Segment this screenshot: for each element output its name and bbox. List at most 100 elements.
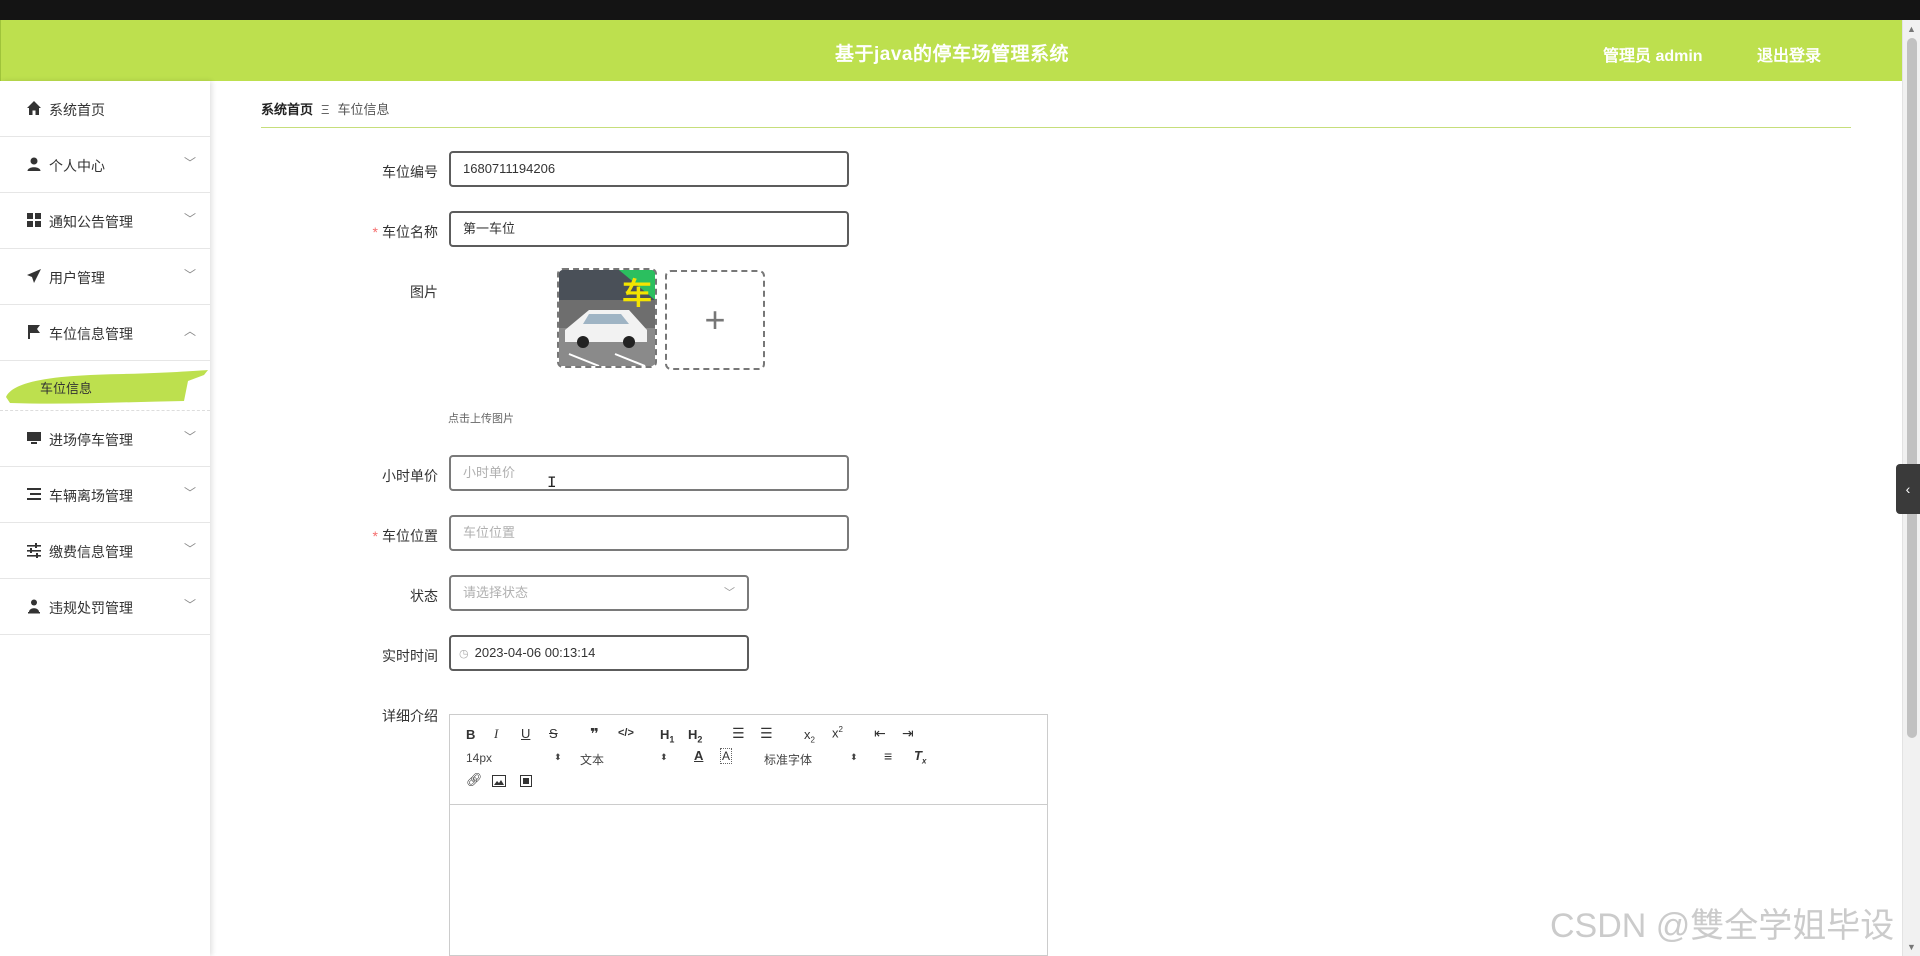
- chevron-down-icon: ﹀: [183, 156, 196, 170]
- admin-user-label[interactable]: 管理员 admin: [1603, 42, 1703, 66]
- background-color-icon[interactable]: A: [720, 748, 733, 764]
- clock-icon: ◷: [459, 648, 469, 660]
- blockquote-icon[interactable]: ❞: [590, 725, 599, 743]
- italic-icon[interactable]: I: [494, 726, 498, 742]
- chevron-down-icon: ﹀: [724, 587, 735, 599]
- collapse-panel-button[interactable]: ‹: [1896, 464, 1920, 514]
- code-icon[interactable]: </>: [618, 727, 634, 739]
- chevron-down-icon: ﹀: [183, 486, 196, 500]
- outdent-icon[interactable]: ⇤: [874, 725, 886, 742]
- breadcrumb-divider: [261, 127, 1851, 128]
- name-input[interactable]: 第一车位: [449, 211, 849, 247]
- breadcrumb: 系统首页 Ξ 车位信息: [261, 99, 389, 118]
- sidebar-item-home[interactable]: 系统首页: [0, 81, 210, 137]
- header-select-value: 文本: [580, 753, 605, 767]
- scrollbar-thumb[interactable]: [1907, 38, 1917, 738]
- price-input[interactable]: 小时单价: [449, 455, 849, 491]
- editor-content-area[interactable]: [450, 805, 1047, 955]
- time-label: 实时时间: [382, 648, 438, 664]
- sidebar-item-label: 进场停车管理: [49, 432, 133, 448]
- detail-label: 详细介绍: [382, 708, 438, 724]
- sidebar-item-exit[interactable]: 车辆离场管理 ﹀: [0, 467, 210, 523]
- sidebar-subitem-parking-info[interactable]: 车位信息: [0, 361, 210, 411]
- breadcrumb-current: 车位信息: [337, 102, 390, 117]
- sidebar-item-label: 用户管理: [49, 270, 105, 286]
- location-input[interactable]: 车位位置: [449, 515, 849, 551]
- sidebar-item-entry[interactable]: 进场停车管理 ﹀: [0, 411, 210, 467]
- code-input[interactable]: 1680711194206: [449, 151, 849, 187]
- send-icon: [27, 269, 41, 283]
- bold-icon[interactable]: B: [466, 727, 475, 742]
- font-size-select[interactable]: 14px ⬍: [466, 751, 562, 765]
- select-arrows-icon: ⬍: [554, 752, 562, 762]
- h1-icon[interactable]: H1: [660, 727, 674, 745]
- sliders-icon: [27, 543, 41, 558]
- ordered-list-icon[interactable]: ☰: [732, 725, 745, 742]
- bullet-list-icon[interactable]: ☰: [760, 725, 773, 742]
- editor-toolbar: B I U S ❞ </> H1 H2 ☰ ☰ x2 x2 ⇤ ⇥ 14px ⬍ …: [450, 715, 1047, 805]
- image-icon[interactable]: [492, 775, 506, 787]
- video-icon[interactable]: [520, 775, 532, 787]
- sidebar-item-label: 通知公告管理: [49, 214, 133, 230]
- breadcrumb-separator-icon: Ξ: [321, 102, 330, 117]
- time-picker[interactable]: ◷ 2023-04-06 00:13:14: [449, 635, 749, 671]
- person-icon: [28, 599, 40, 614]
- link-icon[interactable]: 🔗︎: [466, 772, 483, 788]
- top-window-strip: [0, 0, 1920, 20]
- parking-sign-text: 车: [622, 277, 652, 312]
- superscript-icon[interactable]: x2: [832, 725, 843, 740]
- sidebar-item-payment[interactable]: 缴费信息管理 ﹀: [0, 523, 210, 579]
- chevron-down-icon: ﹀: [183, 430, 196, 444]
- clear-format-icon[interactable]: Tx: [914, 748, 926, 766]
- underline-icon[interactable]: U: [521, 726, 530, 741]
- strikethrough-icon[interactable]: S: [549, 726, 558, 741]
- subscript-icon[interactable]: x2: [804, 727, 815, 745]
- name-label: * 车位名称: [372, 224, 438, 240]
- sidebar-item-label: 缴费信息管理: [49, 544, 133, 560]
- text-cursor-icon: I: [547, 474, 557, 492]
- status-select[interactable]: 请选择状态 ﹀: [449, 575, 749, 611]
- uploaded-image-thumbnail[interactable]: 车: [557, 268, 657, 368]
- chevron-down-icon: ﹀: [183, 268, 196, 282]
- grid-icon: [27, 213, 41, 227]
- indent-icon[interactable]: ⇥: [902, 725, 914, 742]
- upload-add-button[interactable]: +: [665, 270, 765, 370]
- sidebar-item-label: 系统首页: [49, 102, 105, 118]
- monitor-icon: [27, 432, 41, 444]
- chevron-up-icon: ︿: [183, 324, 196, 338]
- sidebar-item-notice[interactable]: 通知公告管理 ﹀: [0, 193, 210, 249]
- chevron-down-icon: ﹀: [183, 542, 196, 556]
- code-label: 车位编号: [382, 164, 438, 180]
- font-family-value: 标准字体: [764, 753, 813, 767]
- sidebar-item-users[interactable]: 用户管理 ﹀: [0, 249, 210, 305]
- upload-hint: 点击上传图片: [448, 413, 514, 425]
- rich-text-editor: B I U S ❞ </> H1 H2 ☰ ☰ x2 x2 ⇤ ⇥ 14px ⬍ …: [449, 714, 1048, 956]
- select-arrows-icon: ⬍: [850, 752, 858, 762]
- home-icon: [27, 101, 41, 115]
- list-icon: [27, 488, 41, 500]
- scroll-down-icon[interactable]: ▼: [1907, 942, 1916, 952]
- price-label: 小时单价: [382, 468, 438, 484]
- chevron-left-icon: ‹: [1905, 481, 1911, 497]
- status-label: 状态: [410, 588, 438, 604]
- font-family-select[interactable]: 标准字体 ⬍: [764, 751, 858, 768]
- sidebar-item-label: 违规处罚管理: [49, 600, 133, 616]
- breadcrumb-home[interactable]: 系统首页: [261, 102, 313, 117]
- image-label: 图片: [410, 284, 438, 300]
- font-color-icon[interactable]: A: [694, 748, 703, 763]
- sidebar-item-label: 个人中心: [49, 158, 105, 174]
- flag-icon: [28, 325, 40, 339]
- sidebar-item-parking-info[interactable]: 车位信息管理 ︿: [0, 305, 210, 361]
- align-icon[interactable]: ≡: [884, 748, 892, 764]
- header-select[interactable]: 文本 ⬍: [580, 751, 668, 768]
- sidebar-item-profile[interactable]: 个人中心 ﹀: [0, 137, 210, 193]
- logout-button[interactable]: 退出登录: [1757, 42, 1821, 66]
- chevron-down-icon: ﹀: [183, 212, 196, 226]
- h2-icon[interactable]: H2: [688, 727, 702, 745]
- location-label: * 车位位置: [372, 528, 438, 544]
- time-value: 2023-04-06 00:13:14: [474, 645, 596, 660]
- sidebar-item-label: 车辆离场管理: [49, 488, 133, 504]
- scroll-up-icon[interactable]: ▲: [1907, 24, 1916, 34]
- parking-photo-image: 车: [559, 270, 655, 366]
- sidebar-item-penalty[interactable]: 违规处罚管理 ﹀: [0, 579, 210, 635]
